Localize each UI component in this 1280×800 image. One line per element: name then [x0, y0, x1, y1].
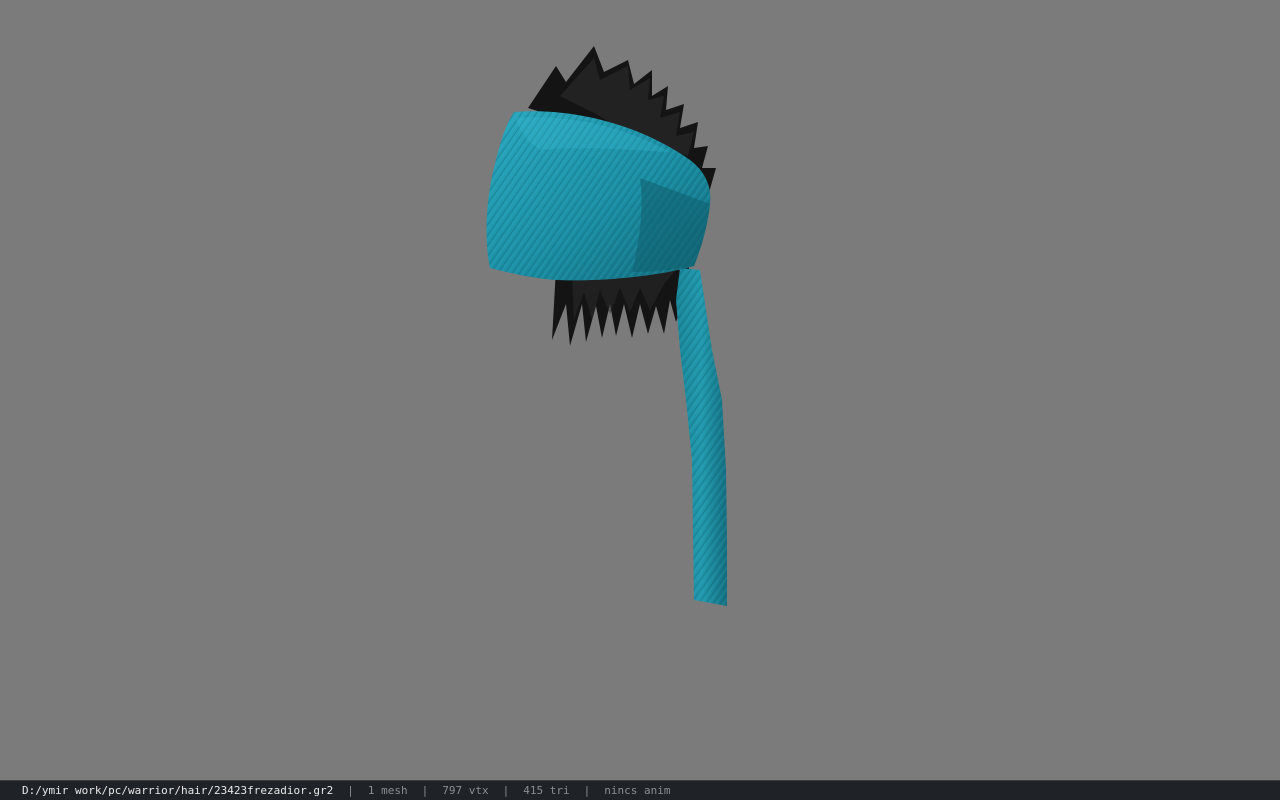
triangle-count: 415 tri	[523, 784, 570, 797]
status-separator: |	[421, 784, 429, 797]
3d-viewport[interactable]	[0, 0, 1280, 780]
bandana-tail-weave	[676, 268, 727, 606]
file-path: D:/ymir work/pc/warrior/hair/23423frezad…	[22, 784, 334, 797]
vertex-count: 797 vtx	[442, 784, 489, 797]
status-separator: |	[347, 784, 354, 797]
status-separator: |	[583, 784, 591, 797]
mesh-count: 1 mesh	[367, 784, 408, 797]
status-separator: |	[502, 784, 510, 797]
status-bar: D:/ymir work/pc/warrior/hair/23423frezad…	[0, 780, 1280, 800]
model-render	[486, 46, 727, 606]
animation-status: nincs anim	[604, 784, 671, 797]
